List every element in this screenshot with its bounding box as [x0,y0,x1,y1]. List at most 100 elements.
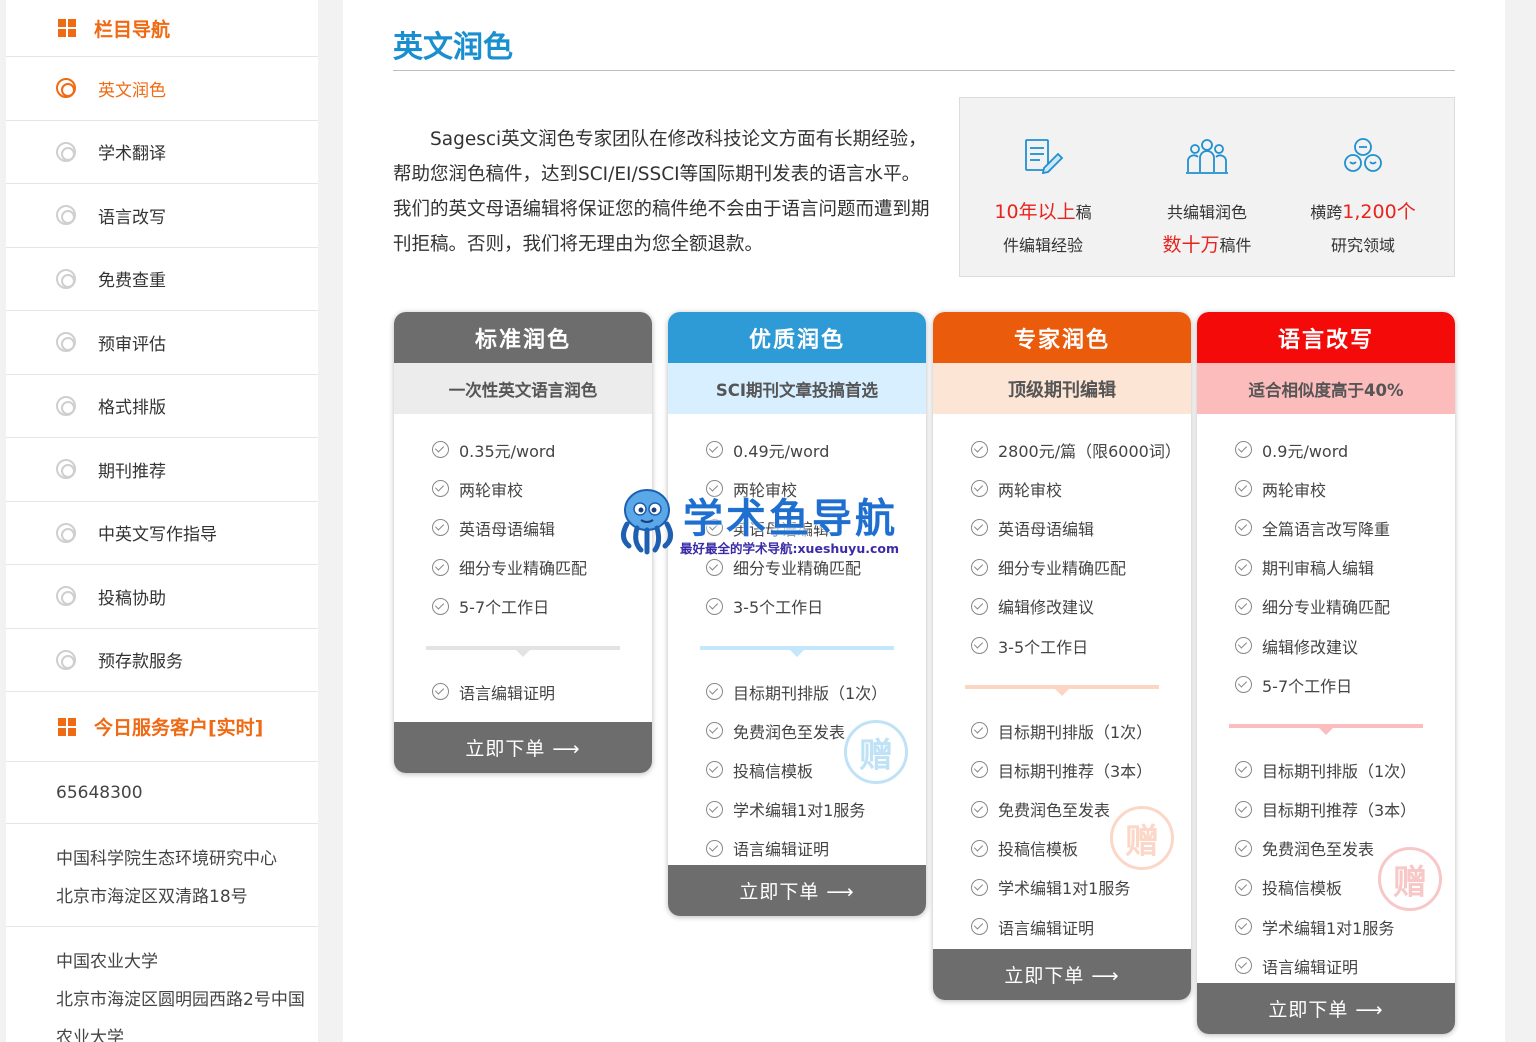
check-icon [706,839,723,857]
sidebar-item-writing-guide[interactable]: 中英文写作指导 [6,502,318,565]
check-icon [706,722,723,740]
plan-card-expert: 专家润色 顶级期刊编辑 2800元/篇（限6000词） 两轮审校 英语母语编辑 … [933,312,1191,1000]
extra-item: 目标期刊排版（1次） [1235,750,1455,789]
plan-subtitle: 一次性英文语言润色 [394,363,652,414]
check-icon [1235,878,1252,896]
watermark: 学术鱼导航 最好最全的学术导航:xueshuyu.com [613,484,933,564]
check-icon [1235,800,1252,818]
stat-highlight: 数十万 [1162,234,1220,256]
check-icon [432,519,449,537]
clients-header: 今日服务客户[实时] [6,692,318,762]
check-icon [971,558,988,576]
gift-stamp-icon: 赠 [844,720,908,784]
feature-list: 0.9元/word 两轮审校 全篇语言改写降重 期刊审稿人编辑 细分专业精确匹配… [1197,414,1455,704]
feature-divider [965,685,1159,697]
feature-item: 英语母语编辑 [971,508,1191,547]
stat-volume: 共编辑润色 数十万稿件 [1132,136,1282,262]
ring-icon [56,205,76,226]
check-icon [971,800,988,818]
extra-item: 目标期刊排版（1次） [971,711,1191,750]
check-icon [706,441,723,459]
plan-name: 专家润色 [933,312,1191,363]
feature-divider [700,645,894,657]
client-name: 中国科学院生态环境研究中心 [56,849,277,869]
page-title: 英文润色 [393,30,513,65]
order-button[interactable]: 立即下单 ⟶ [933,949,1191,1000]
check-icon [706,597,723,615]
check-icon [706,800,723,818]
check-icon [971,918,988,936]
sidebar-item-pre-review[interactable]: 预审评估 [6,311,318,375]
client-name: 中国农业大学 [56,952,158,972]
sidebar-item-plagiarism-check[interactable]: 免费查重 [6,248,318,311]
sidebar-item-prepaid[interactable]: 预存款服务 [6,629,318,692]
sidebar-item-translation[interactable]: 学术翻译 [6,121,318,184]
extra-item: 学术编辑1对1服务 [971,868,1191,907]
feature-item: 5-7个工作日 [432,587,652,626]
clients-title: 今日服务客户[实时] [94,717,264,739]
sidebar-item-english-polish[interactable]: 英文润色 [6,57,318,121]
client-address: 北京市海淀区双清路18号 [56,887,248,907]
title-divider [393,70,1455,71]
check-icon [432,597,449,615]
order-button[interactable]: 立即下单 ⟶ [668,865,926,916]
sidebar-item-label: 语言改写 [98,207,166,228]
check-icon [706,761,723,779]
extra-item: 语言编辑证明 [706,829,926,868]
check-icon [971,597,988,615]
feature-item: 两轮审校 [971,469,1191,508]
extras-list: 语言编辑证明 [394,672,652,711]
nav-title: 栏目导航 [94,18,171,41]
stat-experience: 10年以上稿 件编辑经验 [968,136,1118,262]
ring-icon [56,522,76,543]
check-icon [432,480,449,498]
extra-item: 语言编辑证明 [1235,946,1455,985]
check-icon [1235,558,1252,576]
feature-item: 编辑修改建议 [971,587,1191,626]
feature-item: 0.49元/word [706,430,926,469]
ring-icon [56,586,76,607]
check-icon [1235,839,1252,857]
feature-item: 2800元/篇（限6000词） [971,430,1191,469]
sidebar-item-label: 免费查重 [98,271,166,292]
feature-item: 两轮审校 [1235,469,1455,508]
ring-icon [56,395,76,416]
check-icon [432,683,449,701]
check-icon [1235,480,1252,498]
plan-name: 语言改写 [1197,312,1455,363]
team-icon [1186,139,1228,174]
feature-item: 0.35元/word [432,430,652,469]
check-icon [706,683,723,701]
extra-item: 目标期刊排版（1次） [706,672,926,711]
client-address-cont: 农业大学 [56,1028,124,1042]
check-icon [1235,597,1252,615]
order-button[interactable]: 立即下单 ⟶ [1197,983,1455,1034]
client-entry: 中国农业大学 北京市海淀区圆明园西路2号中国 农业大学 [6,927,318,1042]
sidebar-item-label: 期刊推荐 [98,461,166,482]
client-address: 北京市海淀区圆明园西路2号中国 [56,990,305,1010]
gift-stamp-icon: 赠 [1378,847,1442,911]
sidebar-item-label: 投稿协助 [98,588,166,609]
feature-item: 3-5个工作日 [971,626,1191,665]
client-entry: 中国科学院生态环境研究中心 北京市海淀区双清路18号 [6,824,318,927]
extra-item: 学术编辑1对1服务 [706,790,926,829]
order-button[interactable]: 立即下单 ⟶ [394,722,652,773]
check-icon [971,722,988,740]
sidebar-item-journal-recommend[interactable]: 期刊推荐 [6,438,318,502]
sidebar-item-label: 预审评估 [98,334,166,355]
check-icon [971,480,988,498]
check-icon [971,519,988,537]
sidebar-item-rewrite[interactable]: 语言改写 [6,184,318,248]
check-icon [971,441,988,459]
ring-icon [56,268,76,289]
feature-item: 期刊审稿人编辑 [1235,548,1455,587]
extra-item: 目标期刊推荐（3本） [1235,790,1455,829]
feature-list: 2800元/篇（限6000词） 两轮审校 英语母语编辑 细分专业精确匹配 编辑修… [933,414,1191,665]
feature-item: 0.9元/word [1235,430,1455,469]
sidebar-item-submission-help[interactable]: 投稿协助 [6,565,318,629]
check-icon [1235,761,1252,779]
octopus-logo-icon [621,489,673,555]
plan-subtitle: 顶级期刊编辑 [933,363,1191,414]
sidebar-item-formatting[interactable]: 格式排版 [6,375,318,438]
sidebar: 栏目导航 英文润色 学术翻译 语言改写 免费查重 预审评估 格式排版 期刊推荐 … [6,0,318,1042]
